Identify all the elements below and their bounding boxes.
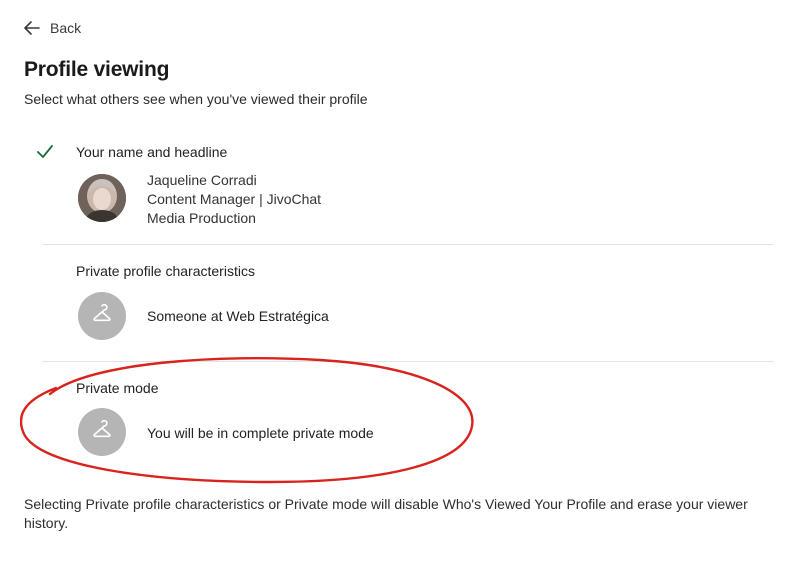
option-label: Private profile characteristics: [76, 263, 255, 279]
option-label: Your name and headline: [76, 144, 228, 160]
avatar: [78, 174, 126, 222]
back-button[interactable]: Back: [24, 20, 81, 36]
arrow-left-icon: [24, 21, 40, 35]
option-private-profile-characteristics[interactable]: Private profile characteristics Someone …: [42, 262, 774, 362]
back-label: Back: [50, 20, 82, 36]
option-label: Private mode: [76, 380, 159, 396]
option-private-mode[interactable]: Private mode You will be in complete pri…: [42, 378, 774, 468]
checkmark-icon: [36, 144, 54, 165]
page-title: Profile viewing: [24, 58, 170, 81]
hanger-icon: [91, 303, 113, 330]
avatar-placeholder: [78, 292, 126, 340]
option-description: Someone at Web Estratégica: [147, 308, 329, 324]
footer-note: Selecting Private profile characteristic…: [24, 496, 748, 531]
option-name-and-headline[interactable]: Your name and headline Jaqueline Corradi…: [37, 140, 774, 245]
page-subtitle: Select what others see when you've viewe…: [24, 91, 368, 107]
avatar-placeholder: [78, 408, 126, 456]
profile-name: Jaqueline Corradi: [147, 172, 257, 188]
profile-industry: Media Production: [147, 210, 256, 226]
profile-details: Jaqueline Corradi Content Manager | Jivo…: [147, 171, 321, 228]
hanger-icon: [91, 419, 113, 446]
option-description: You will be in complete private mode: [147, 425, 374, 441]
profile-headline: Content Manager | JivoChat: [147, 191, 322, 207]
